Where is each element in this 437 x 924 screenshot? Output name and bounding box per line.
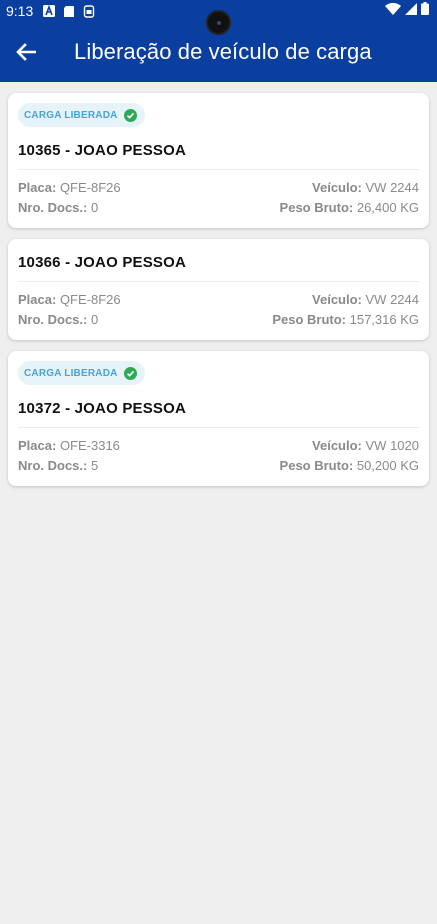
- battery-icon: [421, 2, 429, 20]
- front-camera: [206, 10, 231, 35]
- clipboard-notification-icon: [63, 5, 75, 17]
- placa-label: Placa:: [18, 180, 57, 195]
- placa-value: OFE-3316: [59, 438, 120, 453]
- check-circle-icon: [123, 366, 137, 380]
- docs-value: 0: [90, 200, 99, 215]
- load-card[interactable]: CARGA LIBERADA 10372 - JOAO PESSOA Placa…: [8, 351, 429, 486]
- card-row: Placa: OFE-3316 Veículo: VW 1020: [18, 436, 419, 456]
- docs-value: 5: [90, 458, 99, 473]
- card-row: Nro. Docs.: 0 Peso Bruto: 157,316 KG: [18, 310, 419, 330]
- back-button[interactable]: [0, 22, 52, 82]
- divider: [18, 169, 419, 170]
- status-system-icons: [385, 2, 429, 20]
- peso-field: Peso Bruto: 26,400 KG: [280, 198, 419, 218]
- veiculo-label: Veículo:: [312, 292, 362, 307]
- status-notification-icons: [43, 4, 95, 18]
- wifi-icon: [385, 2, 401, 20]
- status-bar: 9:13: [0, 0, 437, 35]
- status-badge-label: CARGA LIBERADA: [24, 109, 118, 121]
- veiculo-field: Veículo: VW 1020: [312, 436, 419, 456]
- docs-field: Nro. Docs.: 5: [18, 456, 98, 476]
- card-title: 10372 - JOAO PESSOA: [18, 400, 187, 417]
- card-row: Nro. Docs.: 5 Peso Bruto: 50,200 KG: [18, 456, 419, 476]
- veiculo-label: Veículo:: [312, 180, 362, 195]
- card-row: Placa: QFE-8F26 Veículo: VW 2244: [18, 178, 419, 198]
- status-badge-label: CARGA LIBERADA: [24, 367, 118, 379]
- status-badge: CARGA LIBERADA: [18, 361, 145, 385]
- docs-label: Nro. Docs.:: [18, 458, 88, 473]
- placa-value: QFE-8F26: [59, 292, 121, 307]
- peso-label: Peso Bruto:: [272, 312, 346, 327]
- docs-value: 0: [90, 312, 99, 327]
- placa-field: Placa: QFE-8F26: [18, 178, 121, 198]
- veiculo-value: VW 2244: [365, 292, 419, 307]
- placa-field: Placa: OFE-3316: [18, 436, 120, 456]
- status-time: 9:13: [6, 3, 34, 19]
- card-title: 10366 - JOAO PESSOA: [18, 254, 187, 271]
- docs-label: Nro. Docs.:: [18, 200, 88, 215]
- docs-field: Nro. Docs.: 0: [18, 198, 98, 218]
- sim-notification-icon: [83, 4, 95, 18]
- load-card[interactable]: CARGA LIBERADA 10365 - JOAO PESSOA Placa…: [8, 93, 429, 228]
- peso-value: 26,400 KG: [356, 200, 419, 215]
- placa-value: QFE-8F26: [59, 180, 121, 195]
- card-title: 10365 - JOAO PESSOA: [18, 142, 187, 159]
- status-badge: CARGA LIBERADA: [18, 103, 145, 127]
- signal-icon: [405, 2, 417, 20]
- load-list: CARGA LIBERADA 10365 - JOAO PESSOA Placa…: [0, 82, 437, 508]
- veiculo-field: Veículo: VW 2244: [312, 178, 419, 198]
- divider: [18, 281, 419, 282]
- placa-label: Placa:: [18, 438, 57, 453]
- page-title: Liberação de veículo de carga: [74, 39, 372, 64]
- card-row: Placa: QFE-8F26 Veículo: VW 2244: [18, 290, 419, 310]
- placa-label: Placa:: [18, 292, 57, 307]
- divider: [18, 427, 419, 428]
- peso-field: Peso Bruto: 50,200 KG: [280, 456, 419, 476]
- load-card[interactable]: 10366 - JOAO PESSOA Placa: QFE-8F26 Veíc…: [8, 239, 429, 340]
- veiculo-field: Veículo: VW 2244: [312, 290, 419, 310]
- veiculo-label: Veículo:: [312, 438, 362, 453]
- card-row: Nro. Docs.: 0 Peso Bruto: 26,400 KG: [18, 198, 419, 218]
- peso-label: Peso Bruto:: [279, 200, 354, 215]
- peso-value: 50,200 KG: [356, 458, 419, 473]
- text-a-notification-icon: [43, 5, 56, 17]
- peso-field: Peso Bruto: 157,316 KG: [272, 310, 419, 330]
- arrow-left-icon: [16, 43, 36, 61]
- docs-field: Nro. Docs.: 0: [18, 310, 98, 330]
- placa-field: Placa: QFE-8F26: [18, 290, 121, 310]
- peso-label: Peso Bruto:: [279, 458, 354, 473]
- peso-value: 157,316 KG: [349, 312, 419, 327]
- docs-label: Nro. Docs.:: [18, 312, 88, 327]
- check-circle-icon: [123, 108, 137, 122]
- veiculo-value: VW 2244: [365, 180, 419, 195]
- veiculo-value: VW 1020: [365, 438, 419, 453]
